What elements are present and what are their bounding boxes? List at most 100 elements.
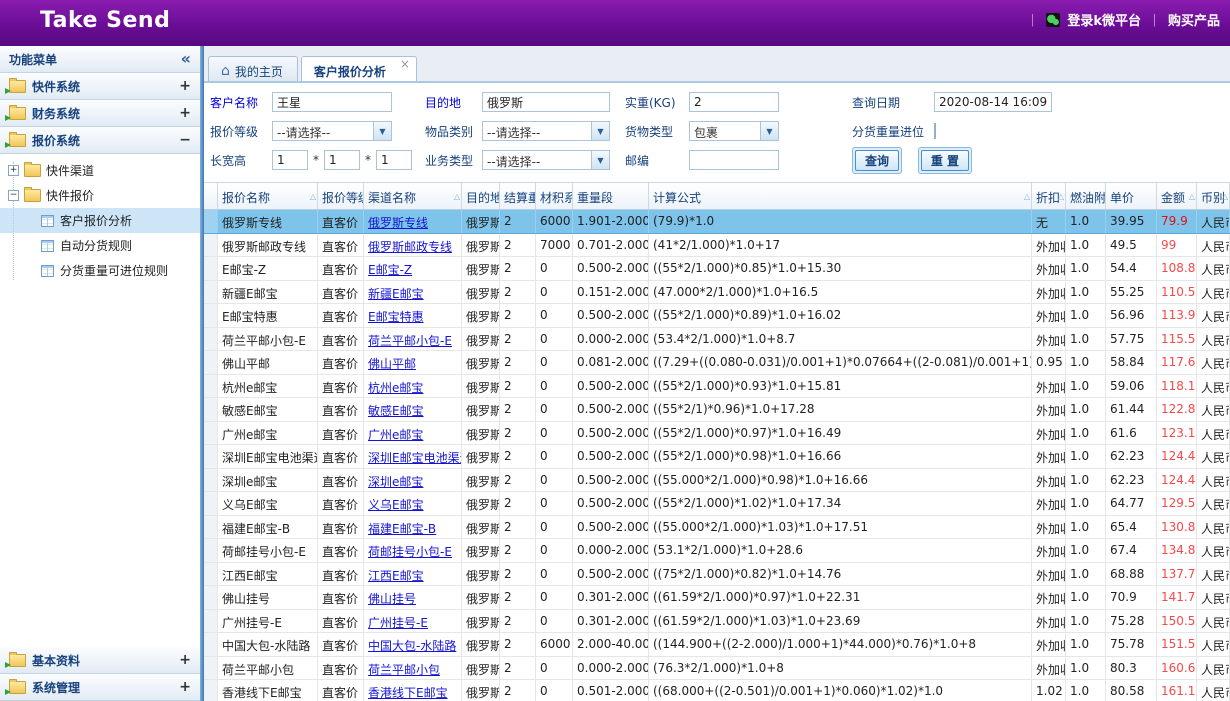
table-row[interactable]: E邮宝-Z直客价E邮宝-Z俄罗斯200.500-2.000((55*2/1.00… [204, 257, 1230, 281]
topbar-link[interactable]: 登录k微平台 [1067, 10, 1141, 29]
sort-icon[interactable]: △ [528, 192, 534, 201]
table-row[interactable]: 福建E邮宝-B直客价福建E邮宝-B俄罗斯200.500-2.000((55.00… [204, 516, 1230, 540]
sort-icon[interactable]: △ [1058, 192, 1064, 201]
channel-link[interactable]: 荷邮挂号小包-E [368, 545, 452, 559]
channel-link[interactable]: 敏感E邮宝 [368, 404, 424, 418]
channel-link[interactable]: 佛山挂号 [368, 592, 416, 606]
zip-input[interactable] [689, 150, 779, 170]
table-row[interactable]: 荷兰平邮小包直客价荷兰平邮小包俄罗斯200.000-2.000(76.3*2/1… [204, 657, 1230, 681]
length-input[interactable] [272, 150, 308, 170]
col-header-unit[interactable]: 单价 [1106, 183, 1157, 209]
table-row[interactable]: 俄罗斯专线直客价俄罗斯专线俄罗斯260001.901-2.000(79.9)*1… [204, 210, 1230, 234]
col-header-settle[interactable]: 结算重量△ [500, 183, 536, 209]
tree-leaf[interactable]: 客户报价分析 [0, 208, 200, 233]
channel-link[interactable]: 佛山平邮 [368, 357, 416, 371]
sort-icon[interactable]: △ [1098, 192, 1104, 201]
tab-0[interactable]: ⌂我的主页 [208, 56, 298, 81]
tree-expander-icon[interactable]: − [8, 190, 19, 201]
sidebar-section-2[interactable]: 报价系统− [0, 127, 200, 154]
table-row[interactable]: 义乌E邮宝直客价义乌E邮宝俄罗斯200.500-2.000((55*2/1.00… [204, 492, 1230, 516]
customer-name-input[interactable] [272, 92, 392, 112]
col-header-currency[interactable]: 币别△ [1197, 183, 1230, 209]
weight-input[interactable] [689, 92, 779, 112]
table-row[interactable]: 香港线下E邮宝直客价香港线下E邮宝俄罗斯200.501-2.000((68.00… [204, 680, 1230, 701]
channel-link[interactable]: 广州挂号-E [368, 616, 428, 630]
sort-icon[interactable]: △ [356, 192, 362, 201]
table-row[interactable]: 俄罗斯邮政专线直客价俄罗斯邮政专线俄罗斯270000.701-2.000(41*… [204, 234, 1230, 258]
table-row[interactable]: 深圳e邮宝直客价深圳e邮宝俄罗斯200.500-2.000((55.000*2/… [204, 469, 1230, 493]
col-header-discount[interactable]: 折扣△ [1032, 183, 1066, 209]
channel-link[interactable]: 荷兰平邮小包 [368, 663, 440, 677]
business-type-select[interactable]: --请选择--▼ [482, 150, 610, 170]
reset-button[interactable]: 重 置 [918, 147, 972, 174]
item-category-select[interactable]: --请选择--▼ [482, 121, 610, 141]
channel-link[interactable]: 深圳E邮宝电池渠道 [368, 451, 462, 465]
table-row[interactable]: 中国大包-水陆路直客价中国大包-水陆路俄罗斯260002.000-40.00((… [204, 633, 1230, 657]
sidebar-section-bottom-1[interactable]: 系统管理+ [0, 674, 200, 701]
table-row[interactable]: 佛山平邮直客价佛山平邮俄罗斯200.081-2.000((7.29+((0.08… [204, 351, 1230, 375]
channel-link[interactable]: 深圳e邮宝 [368, 475, 423, 489]
tab-1[interactable]: 客户报价分析× [301, 56, 417, 81]
channel-link[interactable]: 广州e邮宝 [368, 428, 423, 442]
table-row[interactable]: 敏感E邮宝直客价敏感E邮宝俄罗斯200.500-2.000((55*2/1)*0… [204, 398, 1230, 422]
sidebar-section-1[interactable]: 财务系统+ [0, 100, 200, 127]
tree-leaf[interactable]: 自动分货规则 [0, 233, 200, 258]
col-header-formula[interactable]: 计算公式△ [649, 183, 1032, 209]
channel-link[interactable]: 江西E邮宝 [368, 569, 424, 583]
sort-icon[interactable]: △ [1024, 192, 1030, 201]
table-row[interactable]: 江西E邮宝直客价江西E邮宝俄罗斯200.500-2.000((75*2/1.00… [204, 563, 1230, 587]
table-row[interactable]: 荷兰平邮小包-E直客价荷兰平邮小包-E俄罗斯200.000-2.000(53.4… [204, 328, 1230, 352]
destination-input[interactable] [482, 92, 610, 112]
table-row[interactable]: 荷邮挂号小包-E直客价荷邮挂号小包-E俄罗斯200.000-2.000(53.1… [204, 539, 1230, 563]
sort-icon[interactable]: △ [454, 192, 460, 201]
channel-link[interactable]: 杭州e邮宝 [368, 381, 423, 395]
sort-icon[interactable]: △ [492, 192, 498, 201]
search-button[interactable]: 查询 [852, 147, 902, 174]
table-row[interactable]: 广州挂号-E直客价广州挂号-E俄罗斯200.301-2.000((61.59*2… [204, 610, 1230, 634]
channel-link[interactable]: 福建E邮宝-B [368, 522, 436, 536]
channel-link[interactable]: E邮宝-Z [368, 263, 412, 277]
height-input[interactable] [376, 150, 412, 170]
query-date-input[interactable] [934, 92, 1052, 112]
col-header-sel[interactable] [204, 183, 218, 209]
col-header-fuel[interactable]: 燃油附加△ [1066, 183, 1106, 209]
sidebar-collapse-icon[interactable]: « [181, 51, 191, 67]
sort-icon[interactable]: △ [310, 192, 316, 201]
tab-close-icon[interactable]: × [400, 57, 410, 71]
col-header-level[interactable]: 报价等级△ [318, 183, 364, 209]
channel-link[interactable]: 香港线下E邮宝 [368, 686, 448, 700]
channel-link[interactable]: 中国大包-水陆路 [368, 639, 456, 653]
col-header-dest[interactable]: 目的地△ [462, 183, 500, 209]
col-header-range[interactable]: 重量段 [573, 183, 649, 209]
quote-level-select[interactable]: --请选择--▼ [272, 121, 392, 141]
table-row[interactable]: 新疆E邮宝直客价新疆E邮宝俄罗斯200.151-2.000(47.000*2/1… [204, 281, 1230, 305]
channel-link[interactable]: 俄罗斯邮政专线 [368, 240, 452, 254]
topbar-link[interactable]: 购买产品 [1168, 10, 1220, 29]
cargo-type-select[interactable]: 包裹▼ [689, 121, 779, 141]
width-input[interactable] [324, 150, 360, 170]
col-header-name[interactable]: 报价名称△ [218, 183, 318, 209]
sidebar-section-0[interactable]: 快件系统+ [0, 73, 200, 100]
col-header-channel[interactable]: 渠道名称△ [364, 183, 462, 209]
channel-link[interactable]: E邮宝特惠 [368, 310, 424, 324]
table-row[interactable]: 深圳E邮宝电池渠道直客价深圳E邮宝电池渠道俄罗斯200.500-2.000((5… [204, 445, 1230, 469]
sort-icon[interactable]: △ [1189, 192, 1195, 201]
channel-link[interactable]: 俄罗斯专线 [368, 216, 428, 230]
channel-link[interactable]: 义乌E邮宝 [368, 498, 424, 512]
sort-icon[interactable]: △ [565, 192, 571, 201]
sidebar-section-bottom-0[interactable]: 基本资料+ [0, 647, 200, 674]
tree-node[interactable]: −快件报价 [0, 183, 200, 208]
col-header-amount[interactable]: 金额△ [1157, 183, 1197, 209]
tree-node[interactable]: +快件渠道 [0, 158, 200, 183]
channel-link[interactable]: 荷兰平邮小包-E [368, 334, 452, 348]
tree-expander-icon[interactable]: + [8, 165, 19, 176]
table-row[interactable]: 杭州e邮宝直客价杭州e邮宝俄罗斯200.500-2.000((55*2/1.00… [204, 375, 1230, 399]
col-header-volume[interactable]: 材积系数△ [536, 183, 573, 209]
table-row[interactable]: 佛山挂号直客价佛山挂号俄罗斯200.301-2.000((61.59*2/1.0… [204, 586, 1230, 610]
sort-icon[interactable]: △ [1222, 192, 1228, 201]
weight-rounding-checkbox[interactable] [934, 123, 936, 139]
table-row[interactable]: E邮宝特惠直客价E邮宝特惠俄罗斯200.500-2.000((55*2/1.00… [204, 304, 1230, 328]
table-row[interactable]: 广州e邮宝直客价广州e邮宝俄罗斯200.500-2.000((55*2/1.00… [204, 422, 1230, 446]
tree-leaf[interactable]: 分货重量可进位规则 [0, 258, 200, 283]
channel-link[interactable]: 新疆E邮宝 [368, 287, 424, 301]
